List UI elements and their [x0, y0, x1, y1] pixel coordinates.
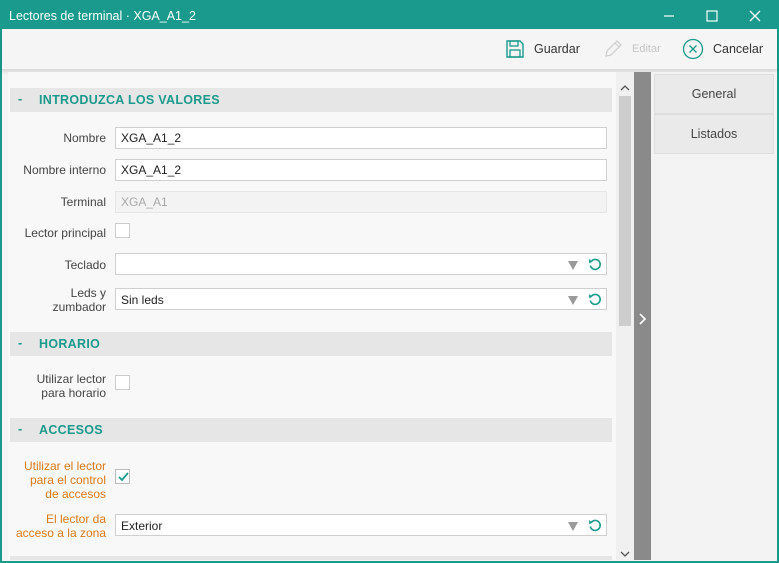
- nombre-interno-input[interactable]: XGA_A1_2: [115, 159, 607, 181]
- utilizar-label-line: Utilizar lector: [36, 372, 106, 386]
- minimize-icon: [664, 14, 674, 17]
- section-title: ACCESOS: [39, 423, 103, 437]
- section-title: INTRODUZCA LOS VALORES: [39, 93, 220, 107]
- reset-icon[interactable]: [588, 518, 602, 535]
- utilizar-horario-label: Utilizar lector para horario: [10, 372, 106, 400]
- tab-label: General: [691, 87, 737, 101]
- tab-label: Listados: [690, 127, 738, 141]
- maximize-icon: [706, 9, 718, 22]
- chevron-right-icon[interactable]: [638, 312, 647, 329]
- window-title: Lectores de terminal · XGA_A1_2: [9, 9, 196, 23]
- utilizar-label-line: para horario: [41, 386, 106, 400]
- leds-zumbador-value: Sin leds: [121, 293, 164, 307]
- lector-principal-checkbox[interactable]: [115, 223, 130, 238]
- control-accesos-label: Utilizar el lector para el control de ac…: [10, 459, 106, 501]
- control-label-line: de accesos: [45, 487, 106, 501]
- zona-label: El lector da acceso a la zona: [10, 512, 106, 540]
- zona-select[interactable]: Exterior: [115, 514, 607, 536]
- control-label-line: para el control: [29, 473, 106, 487]
- control-label-line: Utilizar el lector: [23, 459, 106, 473]
- zona-label-line: El lector da: [45, 512, 106, 526]
- zona-label-line: acceso a la zona: [15, 526, 106, 540]
- pencil-icon: [603, 39, 623, 59]
- lector-principal-label: Lector principal: [24, 226, 106, 240]
- collapse-toggle[interactable]: -: [18, 336, 22, 350]
- nombre-interno-label: Nombre interno: [23, 163, 106, 177]
- scroll-up-icon[interactable]: [620, 80, 630, 94]
- terminal-input: XGA_A1: [115, 191, 607, 213]
- cancel-circle-icon: [682, 38, 704, 60]
- nombre-label: Nombre: [63, 131, 106, 145]
- edit-label: Editar: [632, 43, 661, 55]
- cancel-label: Cancelar: [713, 42, 764, 56]
- minimize-button[interactable]: [649, 2, 689, 29]
- form-content: - INTRODUZCA LOS VALORES Nombre XGA_A1_2…: [8, 72, 616, 560]
- vertical-scrollbar[interactable]: [616, 72, 634, 560]
- save-icon: [505, 39, 525, 59]
- dropdown-arrow-icon[interactable]: [568, 294, 578, 308]
- leds-zumbador-select[interactable]: Sin leds: [115, 288, 607, 310]
- maximize-button[interactable]: [692, 2, 732, 29]
- control-accesos-checkbox[interactable]: [115, 469, 130, 484]
- zona-value: Exterior: [121, 519, 163, 533]
- close-icon: [749, 10, 761, 21]
- section-header-horario[interactable]: - HORARIO: [10, 332, 612, 356]
- scroll-down-icon[interactable]: [620, 547, 630, 561]
- cancel-button[interactable]: Cancelar: [682, 29, 763, 69]
- utilizar-horario-checkbox[interactable]: [115, 375, 130, 390]
- app-window: Lectores de terminal · XGA_A1_2 Guardar …: [0, 0, 779, 563]
- tab-general[interactable]: General: [654, 74, 774, 114]
- right-tab-panel: General Listados: [651, 72, 777, 560]
- teclado-label: Teclado: [64, 258, 106, 272]
- section-header-accesos[interactable]: - ACCESOS: [10, 418, 612, 442]
- edit-button[interactable]: Editar: [603, 29, 661, 69]
- next-section-edge: [10, 556, 612, 560]
- leds-label-line: Leds y: [70, 286, 106, 300]
- tab-listados[interactable]: Listados: [654, 114, 774, 154]
- dropdown-arrow-icon[interactable]: [568, 259, 578, 273]
- leds-zumbador-label: Leds y zumbador: [10, 286, 106, 314]
- save-label: Guardar: [534, 42, 580, 56]
- collapse-toggle[interactable]: -: [18, 422, 22, 436]
- leds-label-line: zumbador: [52, 300, 106, 314]
- section-title: HORARIO: [39, 337, 101, 351]
- terminal-label: Terminal: [60, 195, 106, 209]
- teclado-select[interactable]: [115, 253, 607, 275]
- scrollbar-thumb[interactable]: [619, 96, 631, 326]
- close-window-button[interactable]: [735, 2, 775, 29]
- dropdown-arrow-icon[interactable]: [568, 520, 578, 534]
- save-button[interactable]: Guardar: [505, 29, 580, 69]
- checkmark-icon: [118, 472, 129, 482]
- section-header-values[interactable]: - INTRODUZCA LOS VALORES: [10, 88, 612, 112]
- panel-splitter[interactable]: [634, 72, 651, 560]
- reset-icon[interactable]: [588, 257, 602, 274]
- toolbar: Guardar Editar Cancelar: [2, 29, 777, 70]
- title-bar: Lectores de terminal · XGA_A1_2: [2, 2, 777, 29]
- nombre-input[interactable]: XGA_A1_2: [115, 127, 607, 149]
- reset-icon[interactable]: [588, 292, 602, 309]
- collapse-toggle[interactable]: -: [18, 92, 22, 106]
